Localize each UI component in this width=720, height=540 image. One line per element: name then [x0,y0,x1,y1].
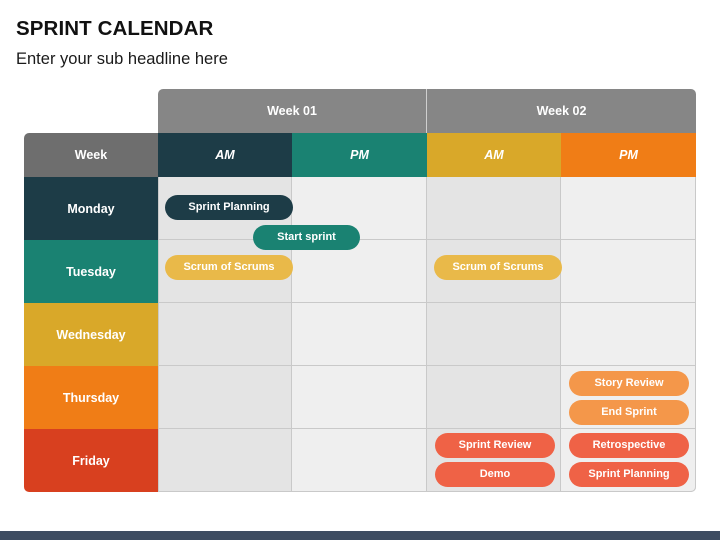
column-header-week2-pm: PM [561,133,696,177]
cell-thursday-week1-pm[interactable] [292,366,427,429]
cell-thursday-week2-am[interactable] [427,366,561,429]
cell-wednesday-week1-am[interactable] [158,303,292,366]
cell-tuesday-week2-pm[interactable] [561,240,696,303]
day-label-friday: Friday [24,429,158,492]
cell-wednesday-week2-pm[interactable] [561,303,696,366]
day-label-thursday: Thursday [24,366,158,429]
cell-monday-week2-pm[interactable] [561,177,696,240]
column-header-week1-pm: PM [292,133,427,177]
slide-canvas: SPRINT CALENDAR Enter your sub headline … [0,0,720,540]
cell-thursday-week1-am[interactable] [158,366,292,429]
day-label-monday: Monday [24,177,158,240]
event-pill-retrospective[interactable]: Retrospective [569,433,689,458]
corner-header-week: Week [24,133,158,177]
event-pill-start-sprint[interactable]: Start sprint [253,225,360,250]
page-subtitle: Enter your sub headline here [16,50,228,68]
sprint-calendar-table: Week 01 Week 02 Week AM PM AM PM Monday … [24,89,696,492]
page-title: SPRINT CALENDAR [16,17,214,40]
cell-monday-week2-am[interactable] [427,177,561,240]
column-header-week1-am: AM [158,133,292,177]
event-pill-sprint-planning-monday[interactable]: Sprint Planning [165,195,293,220]
event-pill-scrum-of-scrums-week1[interactable]: Scrum of Scrums [165,255,293,280]
event-pill-end-sprint[interactable]: End Sprint [569,400,689,425]
event-pill-scrum-of-scrums-week2[interactable]: Scrum of Scrums [434,255,562,280]
event-pill-sprint-review[interactable]: Sprint Review [435,433,555,458]
event-pill-demo[interactable]: Demo [435,462,555,487]
day-label-tuesday: Tuesday [24,240,158,303]
day-label-wednesday: Wednesday [24,303,158,366]
footer-bar [0,531,720,540]
event-pill-story-review[interactable]: Story Review [569,371,689,396]
week-banner-2: Week 02 [427,89,696,133]
event-pill-sprint-planning-friday[interactable]: Sprint Planning [569,462,689,487]
column-header-week2-am: AM [427,133,561,177]
cell-friday-week1-pm[interactable] [292,429,427,492]
cell-wednesday-week2-am[interactable] [427,303,561,366]
cell-wednesday-week1-pm[interactable] [292,303,427,366]
week-banner-1: Week 01 [158,89,427,133]
cell-friday-week1-am[interactable] [158,429,292,492]
